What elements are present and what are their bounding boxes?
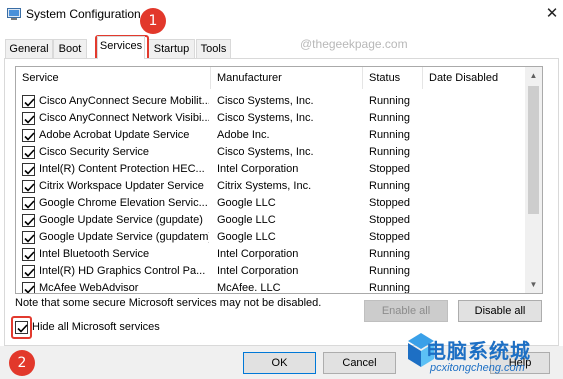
watermark-text: @thegeekpage.com	[300, 37, 408, 51]
manufacturer: Intel Corporation	[217, 265, 299, 277]
service-enabled-checkbox[interactable]	[22, 163, 35, 176]
table-row[interactable]: Intel(R) HD Graphics Control Pa... Intel …	[16, 263, 526, 280]
manufacturer: Citrix Systems, Inc.	[217, 180, 312, 192]
column-header-service[interactable]: Service	[16, 67, 211, 89]
manufacturer: Intel Corporation	[217, 163, 299, 175]
watermark-site-url: pcxitongcheng.com	[430, 362, 525, 374]
service-name: Cisco Security Service	[39, 146, 150, 158]
manufacturer: Intel Corporation	[217, 248, 299, 260]
service-name: Cisco AnyConnect Network Visibi...	[39, 112, 209, 124]
service-enabled-checkbox[interactable]	[22, 197, 35, 210]
service-status: Running	[369, 95, 410, 107]
cancel-button[interactable]: Cancel	[323, 352, 396, 374]
service-status: Running	[369, 248, 410, 260]
secure-services-note: Note that some secure Microsoft services…	[15, 297, 322, 309]
table-row[interactable]: Google Update Service (gupdatem) Google L…	[16, 229, 526, 246]
service-status: Running	[369, 112, 410, 124]
tab-tools[interactable]: Tools	[196, 39, 231, 58]
table-row[interactable]: Citrix Workspace Updater Service Citrix S…	[16, 178, 526, 195]
service-name: Intel(R) Content Protection HEC...	[39, 163, 205, 175]
manufacturer: Adobe Inc.	[217, 129, 270, 141]
service-name: McAfee WebAdvisor	[39, 282, 139, 294]
manufacturer: Google LLC	[217, 214, 276, 226]
service-name: Cisco AnyConnect Secure Mobilit...	[39, 95, 209, 107]
tab-services[interactable]: Services	[97, 36, 145, 59]
table-row[interactable]: Cisco AnyConnect Secure Mobilit... Cisco …	[16, 93, 526, 110]
column-header-manufacturer[interactable]: Manufacturer	[211, 67, 363, 89]
close-icon[interactable]: ✕	[541, 4, 563, 24]
service-enabled-checkbox[interactable]	[22, 180, 35, 193]
service-status: Running	[369, 265, 410, 277]
service-name: Google Update Service (gupdatem)	[39, 231, 209, 243]
table-row[interactable]: Adobe Acrobat Update Service Adobe Inc. Ru…	[16, 127, 526, 144]
service-enabled-checkbox[interactable]	[22, 282, 35, 293]
watermark-site-name: 电脑系统城	[426, 339, 531, 363]
service-enabled-checkbox[interactable]	[22, 265, 35, 278]
scroll-down-arrow-icon[interactable]: ▼	[525, 276, 542, 293]
table-row[interactable]: Cisco AnyConnect Network Visibi... Cisco …	[16, 110, 526, 127]
vertical-scrollbar[interactable]: ▲ ▼	[525, 67, 542, 293]
table-row[interactable]: Google Update Service (gupdate) Google LL…	[16, 212, 526, 229]
services-list[interactable]: Service Manufacturer Status Date Disable…	[15, 66, 543, 294]
service-status: Stopped	[369, 163, 410, 175]
manufacturer: Cisco Systems, Inc.	[217, 146, 314, 158]
column-header-status[interactable]: Status	[363, 67, 423, 89]
table-row[interactable]: McAfee WebAdvisor McAfee. LLC Running	[16, 280, 526, 294]
scroll-thumb[interactable]	[528, 86, 539, 214]
msconfig-app-icon	[7, 8, 21, 20]
service-status: Stopped	[369, 214, 410, 226]
scroll-up-arrow-icon[interactable]: ▲	[525, 67, 542, 84]
service-status: Running	[369, 180, 410, 192]
service-status: Stopped	[369, 197, 410, 209]
service-name: Google Update Service (gupdate)	[39, 214, 203, 226]
service-name: Intel Bluetooth Service	[39, 248, 150, 260]
service-name: Google Chrome Elevation Servic...	[39, 197, 208, 209]
enable-all-button[interactable]: Enable all	[364, 300, 448, 322]
service-enabled-checkbox[interactable]	[22, 248, 35, 261]
list-header: Service Manufacturer Status Date Disable…	[16, 67, 526, 89]
service-enabled-checkbox[interactable]	[22, 146, 35, 159]
service-enabled-checkbox[interactable]	[22, 95, 35, 108]
table-row[interactable]: Cisco Security Service Cisco Systems, Inc…	[16, 144, 526, 161]
service-enabled-checkbox[interactable]	[22, 129, 35, 142]
step-marker-1: 1	[140, 8, 166, 34]
service-status: Running	[369, 129, 410, 141]
disable-all-button[interactable]: Disable all	[458, 300, 542, 322]
step-marker-2: 2	[9, 350, 35, 376]
service-enabled-checkbox[interactable]	[22, 231, 35, 244]
service-status: Running	[369, 146, 410, 158]
service-name: Citrix Workspace Updater Service	[39, 180, 204, 192]
table-row[interactable]: Intel Bluetooth Service Intel Corporation…	[16, 246, 526, 263]
manufacturer: Google LLC	[217, 231, 276, 243]
service-enabled-checkbox[interactable]	[22, 214, 35, 227]
service-enabled-checkbox[interactable]	[22, 112, 35, 125]
hide-microsoft-services-checkbox[interactable]	[15, 321, 28, 334]
tab-general[interactable]: General	[5, 39, 53, 58]
service-name: Intel(R) HD Graphics Control Pa...	[39, 265, 206, 277]
table-row[interactable]: Google Chrome Elevation Servic... Google …	[16, 195, 526, 212]
ok-button[interactable]: OK	[243, 352, 316, 374]
manufacturer: Cisco Systems, Inc.	[217, 112, 314, 124]
service-status: Running	[369, 282, 410, 294]
service-name: Adobe Acrobat Update Service	[39, 129, 190, 141]
manufacturer: McAfee. LLC	[217, 282, 281, 294]
tab-startup[interactable]: Startup	[148, 39, 195, 58]
manufacturer: Cisco Systems, Inc.	[217, 95, 314, 107]
service-status: Stopped	[369, 231, 410, 243]
column-header-date-disabled[interactable]: Date Disabled	[423, 67, 526, 89]
manufacturer: Google LLC	[217, 197, 276, 209]
hide-microsoft-services-label[interactable]: Hide all Microsoft services	[32, 321, 160, 333]
window-title: System Configuration	[26, 7, 141, 21]
tab-boot[interactable]: Boot	[53, 39, 87, 58]
table-row[interactable]: Intel(R) Content Protection HEC... Intel …	[16, 161, 526, 178]
